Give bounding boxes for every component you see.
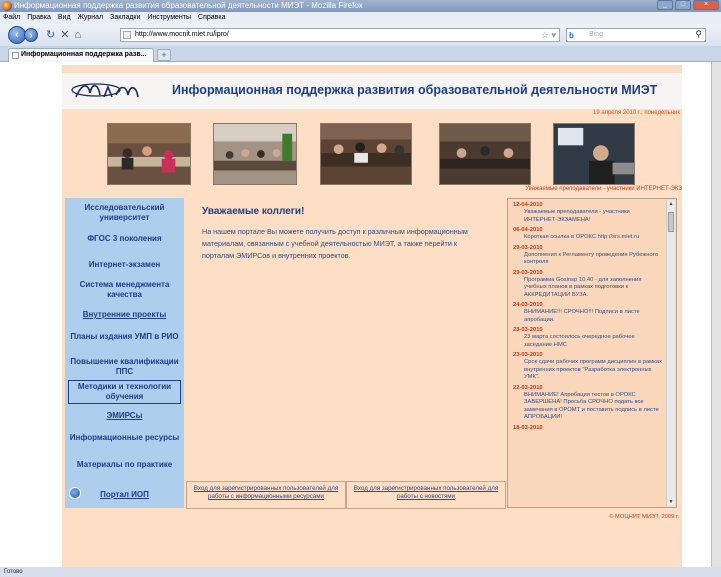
tab-title: Информационная поддержка разв... bbox=[21, 51, 147, 58]
window-title: Информационная поддержка развития образо… bbox=[14, 1, 363, 10]
news-item[interactable]: Программа Gosinsp 10.40 - для заполнения… bbox=[513, 277, 663, 300]
news-panel: 12-04-2010 Уважаемые преподаватели - уча… bbox=[507, 198, 677, 508]
news-date: 18-03-2010 bbox=[513, 424, 543, 431]
photo-1 bbox=[107, 123, 191, 185]
news-item[interactable]: ВНИМАНИЕ! Апробация тестов в ОРОКС ЗАВЕР… bbox=[513, 392, 663, 422]
news-item[interactable]: Короткая ссылка в ОРОКС http://srs.miet.… bbox=[513, 234, 663, 242]
page-scrollbar[interactable] bbox=[711, 62, 721, 567]
news-date: 12-04-2010 bbox=[513, 202, 543, 208]
news-item[interactable]: Уважаемые преподаватели - участники ИНТЕ… bbox=[513, 209, 663, 224]
sidebar-item-iop-portal[interactable]: Портал ИОП bbox=[65, 490, 184, 500]
close-button[interactable]: × bbox=[693, 0, 719, 10]
site-title: Информационная поддержка развития образо… bbox=[172, 83, 658, 97]
sidebar-item-info-resources[interactable]: Информационные ресурсы bbox=[65, 433, 184, 443]
news-scrollbar[interactable]: ▲ ▼ bbox=[666, 200, 675, 506]
scroll-up-icon[interactable]: ▲ bbox=[667, 200, 675, 208]
bookmark-star-icon[interactable]: ☆ ▾ bbox=[541, 29, 556, 41]
reload-icon[interactable]: ↻ bbox=[46, 28, 55, 42]
navigation-toolbar: ‹ › ↻ ✕ ⌂ http://www.mocnit.miet.ru/ipro… bbox=[0, 24, 721, 46]
sidebar-nav: Исследовательский университет ФГОС 3 пок… bbox=[65, 198, 184, 508]
login-resources-link[interactable]: Вход для зарегистрированных пользователе… bbox=[186, 481, 346, 509]
sidebar-item-internal-projects[interactable]: Внутренние проекты bbox=[65, 310, 184, 320]
sidebar-item-practice-materials[interactable]: Материалы по практике bbox=[65, 460, 184, 470]
browser-window: Информационная поддержка развития образо… bbox=[0, 0, 721, 577]
new-tab-button[interactable]: + bbox=[157, 49, 171, 61]
portal-page: Информационная поддержка развития образо… bbox=[62, 65, 682, 567]
tab-active[interactable]: Информационная поддержка разв... bbox=[8, 48, 154, 62]
login-news-link[interactable]: Вход для зарегистрированных пользователе… bbox=[346, 481, 506, 509]
photo-3 bbox=[320, 123, 412, 185]
maximize-button[interactable]: □ bbox=[675, 0, 691, 10]
search-bar[interactable]: b Bing ⚲ bbox=[566, 28, 706, 42]
sidebar-item-quality-management[interactable]: Система менеджмента качества bbox=[65, 280, 184, 300]
news-item[interactable]: Дополнения к Регламенту проведения Рубеж… bbox=[513, 252, 663, 267]
menu-history[interactable]: Журнал bbox=[78, 12, 104, 24]
tab-bar: Информационная поддержка разв... + bbox=[0, 46, 721, 62]
news-date: 24-03-2010 bbox=[513, 302, 543, 308]
home-icon[interactable]: ⌂ bbox=[74, 28, 81, 42]
news-date: 06-04-2010 bbox=[513, 227, 543, 233]
news-date: 29-03-2010 bbox=[513, 244, 543, 251]
news-item[interactable]: Срок сдачи рабочих программ дисциплин в … bbox=[513, 359, 663, 382]
news-list: 12-04-2010 Уважаемые преподаватели - уча… bbox=[513, 199, 663, 434]
photo-2 bbox=[213, 123, 297, 185]
web-content: Информационная поддержка развития образо… bbox=[0, 62, 721, 567]
news-date: 29-03-2010 bbox=[513, 269, 543, 276]
sidebar-item-teaching-methods[interactable]: Методики и технологии обучения bbox=[68, 380, 181, 404]
news-date: 23-03-2010 bbox=[513, 352, 543, 358]
sidebar-item-internet-exam[interactable]: Интернет-экзамен bbox=[65, 260, 184, 270]
main-heading: Уважаемые коллеги! bbox=[202, 206, 305, 217]
title-bar: Информационная поддержка развития образо… bbox=[0, 0, 721, 12]
sidebar-item-fgos[interactable]: ФГОС 3 поколения bbox=[65, 234, 184, 244]
scroll-down-icon[interactable]: ▼ bbox=[667, 498, 675, 506]
main-paragraph: На нашем портале Вы можете получить дост… bbox=[202, 227, 468, 260]
sidebar-item-research-university[interactable]: Исследовательский университет bbox=[65, 203, 184, 223]
sidebar-item-emirs[interactable]: ЭМИРСы bbox=[65, 411, 184, 421]
current-date: 19 апреля 2010 г., понедельник bbox=[593, 110, 680, 116]
sidebar-item-qualification[interactable]: Повышение квалификации ППС bbox=[65, 357, 184, 377]
page-favicon bbox=[123, 31, 131, 39]
stop-icon[interactable]: ✕ bbox=[60, 28, 69, 42]
menu-tools[interactable]: Инструменты bbox=[147, 12, 191, 24]
menu-bookmarks[interactable]: Закладки bbox=[110, 12, 140, 24]
login-links: Вход для зарегистрированных пользователе… bbox=[186, 479, 506, 509]
news-item[interactable]: ВНИМАНИЕ!!! СРОЧНО!!! Подписи в листе ап… bbox=[513, 309, 663, 324]
tab-favicon bbox=[12, 52, 19, 59]
search-placeholder: Bing bbox=[589, 31, 604, 38]
menu-edit[interactable]: Правка bbox=[27, 12, 51, 24]
menu-file[interactable]: Файл bbox=[3, 12, 20, 24]
status-bar: Готово bbox=[0, 567, 721, 577]
photo-caption: Уважаемые преподаватели - участники ИНТЕ… bbox=[525, 186, 682, 192]
news-date: 23-03-2010 bbox=[513, 327, 543, 333]
news-item[interactable]: 23 марта состоялось очередное рабочее за… bbox=[513, 334, 663, 349]
scroll-thumb[interactable] bbox=[668, 212, 674, 232]
menu-view[interactable]: Вид bbox=[58, 12, 71, 24]
photo-5 bbox=[553, 123, 635, 185]
copyright: © МОЦНИТ МИЭТ, 2009 г. bbox=[609, 514, 679, 520]
photo-4 bbox=[439, 123, 531, 185]
firefox-icon bbox=[2, 1, 12, 11]
sidebar-item-publishing-plans[interactable]: Планы издания УМП в РИО bbox=[65, 332, 184, 342]
miet-logo bbox=[71, 83, 139, 98]
search-icon[interactable]: ⚲ bbox=[695, 28, 702, 40]
site-header: Информационная поддержка развития образо… bbox=[62, 73, 682, 109]
menu-help[interactable]: Справка bbox=[198, 12, 225, 24]
menu-bar: Файл Правка Вид Журнал Закладки Инструме… bbox=[0, 12, 721, 24]
news-date: 22-03-2010 bbox=[513, 384, 543, 391]
bing-icon[interactable]: b bbox=[569, 30, 574, 42]
minimize-button[interactable]: _ bbox=[657, 0, 673, 10]
url-bar[interactable]: http://www.mocnit.miet.ru/ipro/ ☆ ▾ bbox=[120, 28, 560, 42]
url-text: http://www.mocnit.miet.ru/ipro/ bbox=[135, 31, 229, 38]
forward-icon[interactable]: › bbox=[24, 28, 38, 42]
